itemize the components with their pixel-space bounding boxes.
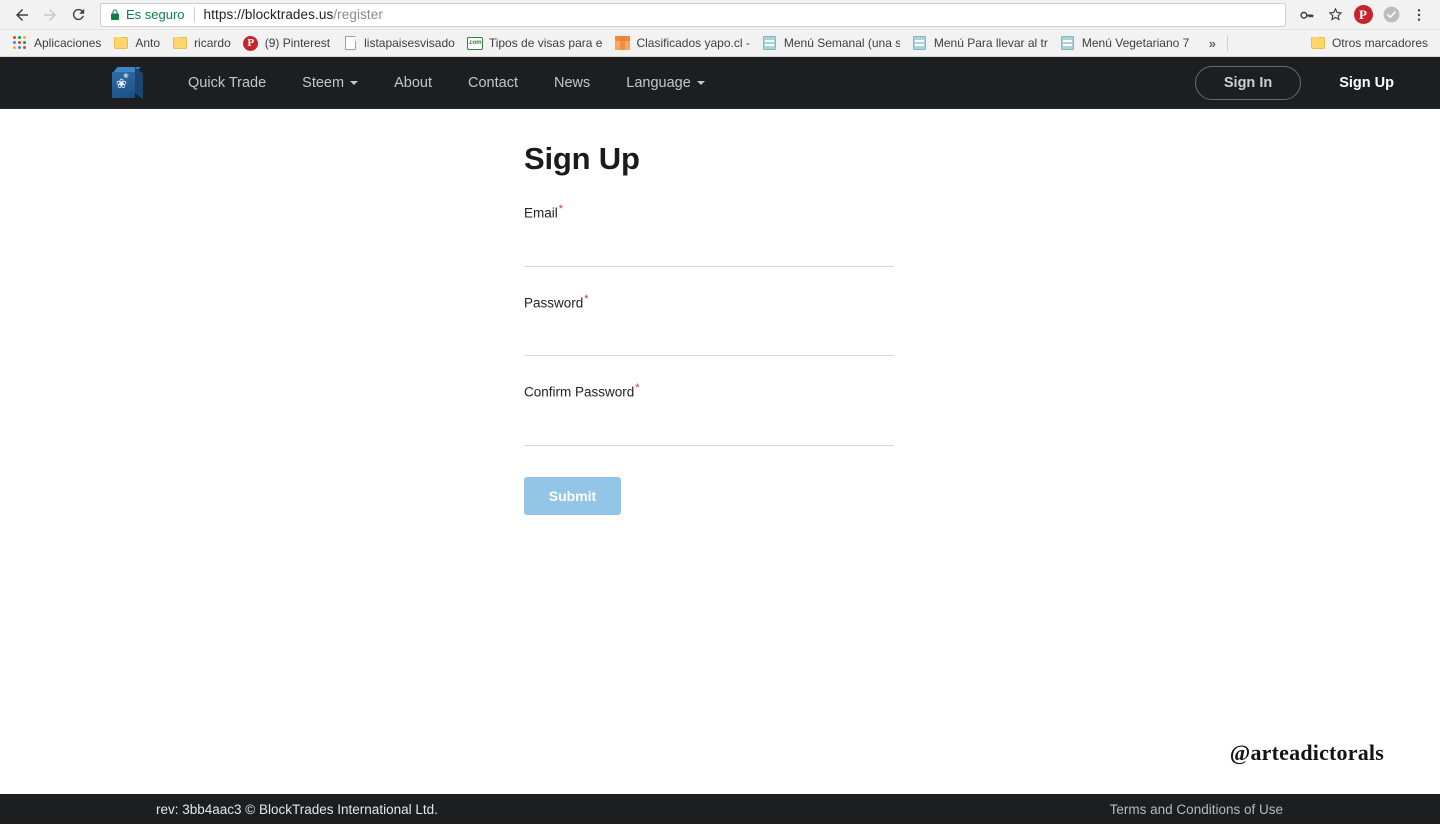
field-confirm-password: Confirm Password* <box>524 382 894 446</box>
password-field[interactable] <box>524 324 894 356</box>
com-icon: .com <box>466 35 483 51</box>
nav-item-steem[interactable]: Steem <box>284 67 376 99</box>
nav-item-about[interactable]: About <box>376 67 450 99</box>
lock-icon <box>109 8 121 22</box>
url-path: /register <box>333 7 383 22</box>
field-password: Password* <box>524 293 894 356</box>
field-email: Email* <box>524 203 894 267</box>
email-field[interactable] <box>524 234 894 267</box>
nav-item-label: Language <box>626 74 691 91</box>
star-icon[interactable] <box>1322 2 1348 28</box>
sign-in-button[interactable]: Sign In <box>1194 65 1302 100</box>
email-label: Email* <box>524 203 563 221</box>
folder-icon <box>1310 35 1326 51</box>
bookmark-label: Menú Semanal (una s <box>783 36 900 50</box>
nav-auth-actions: Sign In Sign Up <box>1194 65 1416 100</box>
confirm-password-label: Confirm Password* <box>524 382 640 400</box>
password-label-text: Password <box>524 295 584 310</box>
bookmark-otros-marcadores[interactable]: Otros marcadores <box>1304 32 1434 54</box>
terms-link[interactable]: Terms and Conditions of Use <box>1110 802 1283 817</box>
nav-item-label: News <box>553 74 591 91</box>
chevron-down-icon <box>350 80 359 85</box>
bookmark-label: Clasificados yapo.cl - <box>636 36 750 50</box>
bookmarks-overflow-icon[interactable]: » <box>1201 36 1223 51</box>
bookmark-tipos-de-visas[interactable]: .com Tipos de visas para e <box>461 32 609 54</box>
nav-item-quick-trade[interactable]: Quick Trade <box>170 67 284 99</box>
signup-form: Sign Up Email* Password* Confirm Passwor… <box>524 141 894 515</box>
bookmark-label: listapaisesvisado <box>364 36 455 50</box>
pinterest-glyph: P <box>1353 5 1373 24</box>
bookmark-clasificados-yapo[interactable]: Clasificados yapo.cl - <box>608 32 755 54</box>
watermark: @arteadictorals <box>1229 740 1384 765</box>
spreadsheet-icon <box>1060 35 1076 51</box>
nav-item-label: Steem <box>302 74 345 91</box>
confirm-password-field[interactable] <box>524 413 894 446</box>
required-marker: * <box>558 203 564 215</box>
bookmark-anto[interactable]: Anto <box>107 32 166 54</box>
bookmarks-divider <box>1227 35 1229 51</box>
bookmark-label: Aplicaciones <box>34 36 102 50</box>
password-label: Password* <box>524 293 589 311</box>
url-text: https://blocktrades.us/register <box>204 7 383 22</box>
pinterest-icon[interactable]: P <box>1350 2 1376 28</box>
bookmark-label: (9) Pinterest <box>264 36 331 50</box>
apps-grid-icon <box>12 35 28 51</box>
bookmark-pinterest[interactable]: P (9) Pinterest <box>237 32 336 54</box>
bookmark-apps[interactable]: Aplicaciones <box>6 32 107 54</box>
key-icon[interactable] <box>1294 2 1320 28</box>
toolbar-icons: P <box>1292 2 1432 28</box>
site-navbar: ❀ ❀ Quick Trade Steem About Contact News… <box>0 57 1440 109</box>
omnibox-divider <box>193 7 195 22</box>
document-icon <box>342 35 358 51</box>
browser-chrome: Es seguro https://blocktrades.us/registe… <box>0 0 1440 57</box>
email-label-text: Email <box>524 205 558 221</box>
check-circle-icon[interactable] <box>1378 2 1404 28</box>
bookmark-label: Anto <box>135 36 161 50</box>
required-marker: * <box>584 292 589 305</box>
pinterest-icon: P <box>243 35 259 51</box>
nav-item-label: About <box>394 74 432 91</box>
nav-item-news[interactable]: News <box>536 67 608 99</box>
bookmark-menu-vegetariano[interactable]: Menú Vegetariano 7 <box>1054 32 1195 54</box>
bookmark-listapaisesvisado[interactable]: listapaisesvisado <box>336 32 461 54</box>
blocktrades-cube-logo[interactable]: ❀ ❀ <box>112 66 144 99</box>
confirm-password-label-text: Confirm Password <box>524 384 635 400</box>
folder-icon <box>172 35 188 51</box>
bookmarks-bar: Aplicaciones Anto ricardo P (9) Pinteres… <box>0 29 1440 56</box>
bookmark-label: ricardo <box>194 36 231 50</box>
site-footer: rev: 3bb4aac3 © BlockTrades Internationa… <box>0 794 1440 824</box>
nav-item-contact[interactable]: Contact <box>450 67 536 99</box>
submit-button[interactable]: Submit <box>524 476 621 515</box>
nav-item-label: Quick Trade <box>188 74 267 91</box>
nav-item-label: Contact <box>468 74 518 91</box>
footer-revision: rev: 3bb4aac3 © BlockTrades Internationa… <box>156 801 438 817</box>
folder-icon <box>113 35 129 51</box>
page-content: Sign Up Email* Password* Confirm Passwor… <box>0 109 1440 794</box>
bookmark-menu-para-llevar[interactable]: Menú Para llevar al tr <box>906 32 1054 54</box>
nav-item-language[interactable]: Language <box>608 67 723 99</box>
spreadsheet-icon <box>762 35 778 51</box>
three-dot-menu-icon[interactable] <box>1406 2 1432 28</box>
nav-links: Quick Trade Steem About Contact News Lan… <box>170 67 723 99</box>
page-title: Sign Up <box>524 141 640 176</box>
security-label: Es seguro <box>126 7 185 22</box>
chevron-down-icon <box>696 80 705 85</box>
url-origin: https://blocktrades.us <box>203 7 334 22</box>
required-marker: * <box>635 382 640 394</box>
reload-icon[interactable] <box>64 1 92 29</box>
sign-up-button[interactable]: Sign Up <box>1317 67 1416 99</box>
bookmark-menu-semanal[interactable]: Menú Semanal (una s <box>756 32 906 54</box>
bookmark-label: Menú Vegetariano 7 <box>1081 36 1190 50</box>
spreadsheet-icon <box>912 35 928 51</box>
bookmark-ricardo[interactable]: ricardo <box>166 32 237 54</box>
browser-toolbar: Es seguro https://blocktrades.us/registe… <box>0 0 1440 29</box>
address-bar[interactable]: Es seguro https://blocktrades.us/registe… <box>100 2 1286 27</box>
bookmark-label: Tipos de visas para e <box>488 36 603 50</box>
forward-arrow-icon[interactable] <box>36 1 64 29</box>
bookmark-label: Menú Para llevar al tr <box>933 36 1048 50</box>
bookmark-label: Otros marcadores <box>1331 36 1428 50</box>
box-icon <box>614 35 630 51</box>
back-arrow-icon[interactable] <box>8 1 36 29</box>
